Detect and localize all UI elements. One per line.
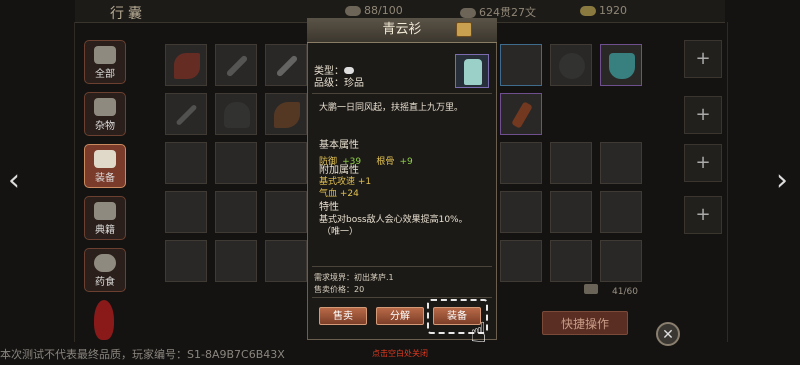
robe-icon bbox=[464, 59, 482, 85]
club-item bbox=[511, 101, 533, 129]
tab-food[interactable]: 药食 bbox=[84, 248, 126, 292]
add-slot-button[interactable]: + bbox=[684, 40, 722, 78]
inventory-slot[interactable] bbox=[165, 44, 207, 86]
ingot-value: 1920 bbox=[599, 4, 627, 17]
inventory-slot[interactable] bbox=[265, 93, 307, 135]
trait-note: （唯一） bbox=[322, 227, 359, 237]
inventory-slot[interactable] bbox=[500, 191, 542, 233]
tab-all[interactable]: 全部 bbox=[84, 40, 126, 84]
pointing-hand-icon: ☝ bbox=[470, 316, 488, 349]
inventory-slot[interactable] bbox=[215, 142, 257, 184]
tab-label: 装备 bbox=[95, 173, 115, 184]
sell-button[interactable]: 售卖 bbox=[319, 307, 367, 325]
sell-price: 售卖价格：20 bbox=[314, 285, 365, 294]
prev-page-icon[interactable]: ‹ bbox=[8, 163, 20, 198]
inventory-slot[interactable] bbox=[265, 142, 307, 184]
inventory-slot[interactable] bbox=[215, 191, 257, 233]
stamina-icon bbox=[345, 6, 361, 16]
inventory-slot[interactable] bbox=[165, 93, 207, 135]
test-notice: 本次测试不代表最终品质，玩家编号：S1-8A9B7C6B43X bbox=[0, 348, 285, 361]
inventory-slot[interactable] bbox=[500, 44, 542, 86]
boots-item bbox=[609, 53, 635, 79]
blade-item bbox=[174, 53, 200, 79]
inventory-slot[interactable] bbox=[600, 240, 642, 282]
bow-item bbox=[274, 102, 300, 128]
decompose-button[interactable]: 分解 bbox=[376, 307, 424, 325]
resource-stamina: 88/100 bbox=[345, 4, 403, 17]
staff-item bbox=[175, 104, 198, 126]
quick-action-button[interactable]: 快捷操作 bbox=[542, 311, 628, 335]
stamina-value: 88/100 bbox=[364, 4, 403, 17]
resource-ingot: 1920 bbox=[580, 4, 627, 17]
tab-equipment[interactable]: 装备 bbox=[84, 144, 126, 188]
food-icon bbox=[94, 254, 116, 272]
inventory-slot[interactable] bbox=[550, 44, 592, 86]
item-description: 大鹏一日同风起，扶摇直上九万里。 bbox=[319, 103, 464, 113]
inventory-slot[interactable] bbox=[600, 44, 642, 86]
inventory-slot[interactable] bbox=[265, 191, 307, 233]
inventory-slot[interactable] bbox=[500, 240, 542, 282]
inventory-slot[interactable] bbox=[550, 240, 592, 282]
inventory-slot[interactable] bbox=[265, 240, 307, 282]
inventory-slot[interactable] bbox=[215, 240, 257, 282]
divider bbox=[312, 93, 492, 94]
tab-label: 全部 bbox=[95, 69, 115, 80]
inventory-slot[interactable] bbox=[600, 142, 642, 184]
tab-misc[interactable]: 杂物 bbox=[84, 92, 126, 136]
close-icon[interactable]: ✕ bbox=[656, 322, 680, 346]
ingot-icon bbox=[580, 6, 596, 16]
inventory-slot[interactable] bbox=[215, 44, 257, 86]
equipment-icon bbox=[94, 150, 116, 168]
tab-label: 典籍 bbox=[95, 225, 115, 236]
inventory-slot[interactable] bbox=[550, 142, 592, 184]
item-grade: 品级：珍品 bbox=[314, 74, 364, 89]
next-page-icon[interactable]: › bbox=[776, 163, 788, 198]
spear-item bbox=[225, 54, 249, 78]
chest-icon[interactable] bbox=[456, 22, 472, 37]
inventory-slot[interactable] bbox=[265, 44, 307, 86]
bracelet-item bbox=[559, 53, 585, 79]
inventory-counter: 41/60 bbox=[612, 287, 638, 297]
tab-books[interactable]: 典籍 bbox=[84, 196, 126, 240]
tab-all-icon bbox=[94, 46, 116, 64]
tab-label: 药食 bbox=[95, 277, 115, 288]
attr-name: 根骨 bbox=[376, 157, 395, 167]
add-slot-button[interactable]: + bbox=[684, 96, 722, 134]
storage-icon bbox=[584, 284, 598, 294]
inventory-slot[interactable] bbox=[500, 93, 542, 135]
item-thumbnail bbox=[455, 54, 489, 88]
trait-title: 特性 bbox=[319, 202, 339, 213]
add-slot-button[interactable]: + bbox=[684, 144, 722, 182]
inventory-slot[interactable] bbox=[550, 191, 592, 233]
requirement: 需求境界：初出茅庐.1 bbox=[314, 273, 394, 282]
tassel-decoration bbox=[94, 300, 114, 340]
inventory-slot[interactable] bbox=[165, 191, 207, 233]
divider bbox=[312, 266, 492, 267]
umbrella-icon bbox=[94, 98, 116, 116]
close-hint: 点击空白处关闭 bbox=[372, 349, 428, 358]
clothing-type-icon bbox=[344, 67, 354, 74]
coin-icon bbox=[460, 8, 476, 18]
inventory-slot[interactable] bbox=[600, 191, 642, 233]
inventory-slot[interactable] bbox=[165, 240, 207, 282]
inventory-slot[interactable] bbox=[500, 142, 542, 184]
grade-label: 品级： bbox=[314, 78, 344, 89]
tab-label: 杂物 bbox=[95, 121, 115, 132]
inventory-slot[interactable] bbox=[165, 142, 207, 184]
helmet-item bbox=[224, 102, 250, 128]
book-icon bbox=[94, 202, 116, 220]
inventory-title: 行囊 bbox=[110, 6, 146, 22]
grade-value: 珍品 bbox=[344, 78, 364, 89]
sword-item bbox=[275, 54, 299, 78]
divider bbox=[312, 297, 492, 298]
add-slot-button[interactable]: + bbox=[684, 196, 722, 234]
attr-value: +9 bbox=[399, 157, 413, 167]
inventory-slot[interactable] bbox=[215, 93, 257, 135]
